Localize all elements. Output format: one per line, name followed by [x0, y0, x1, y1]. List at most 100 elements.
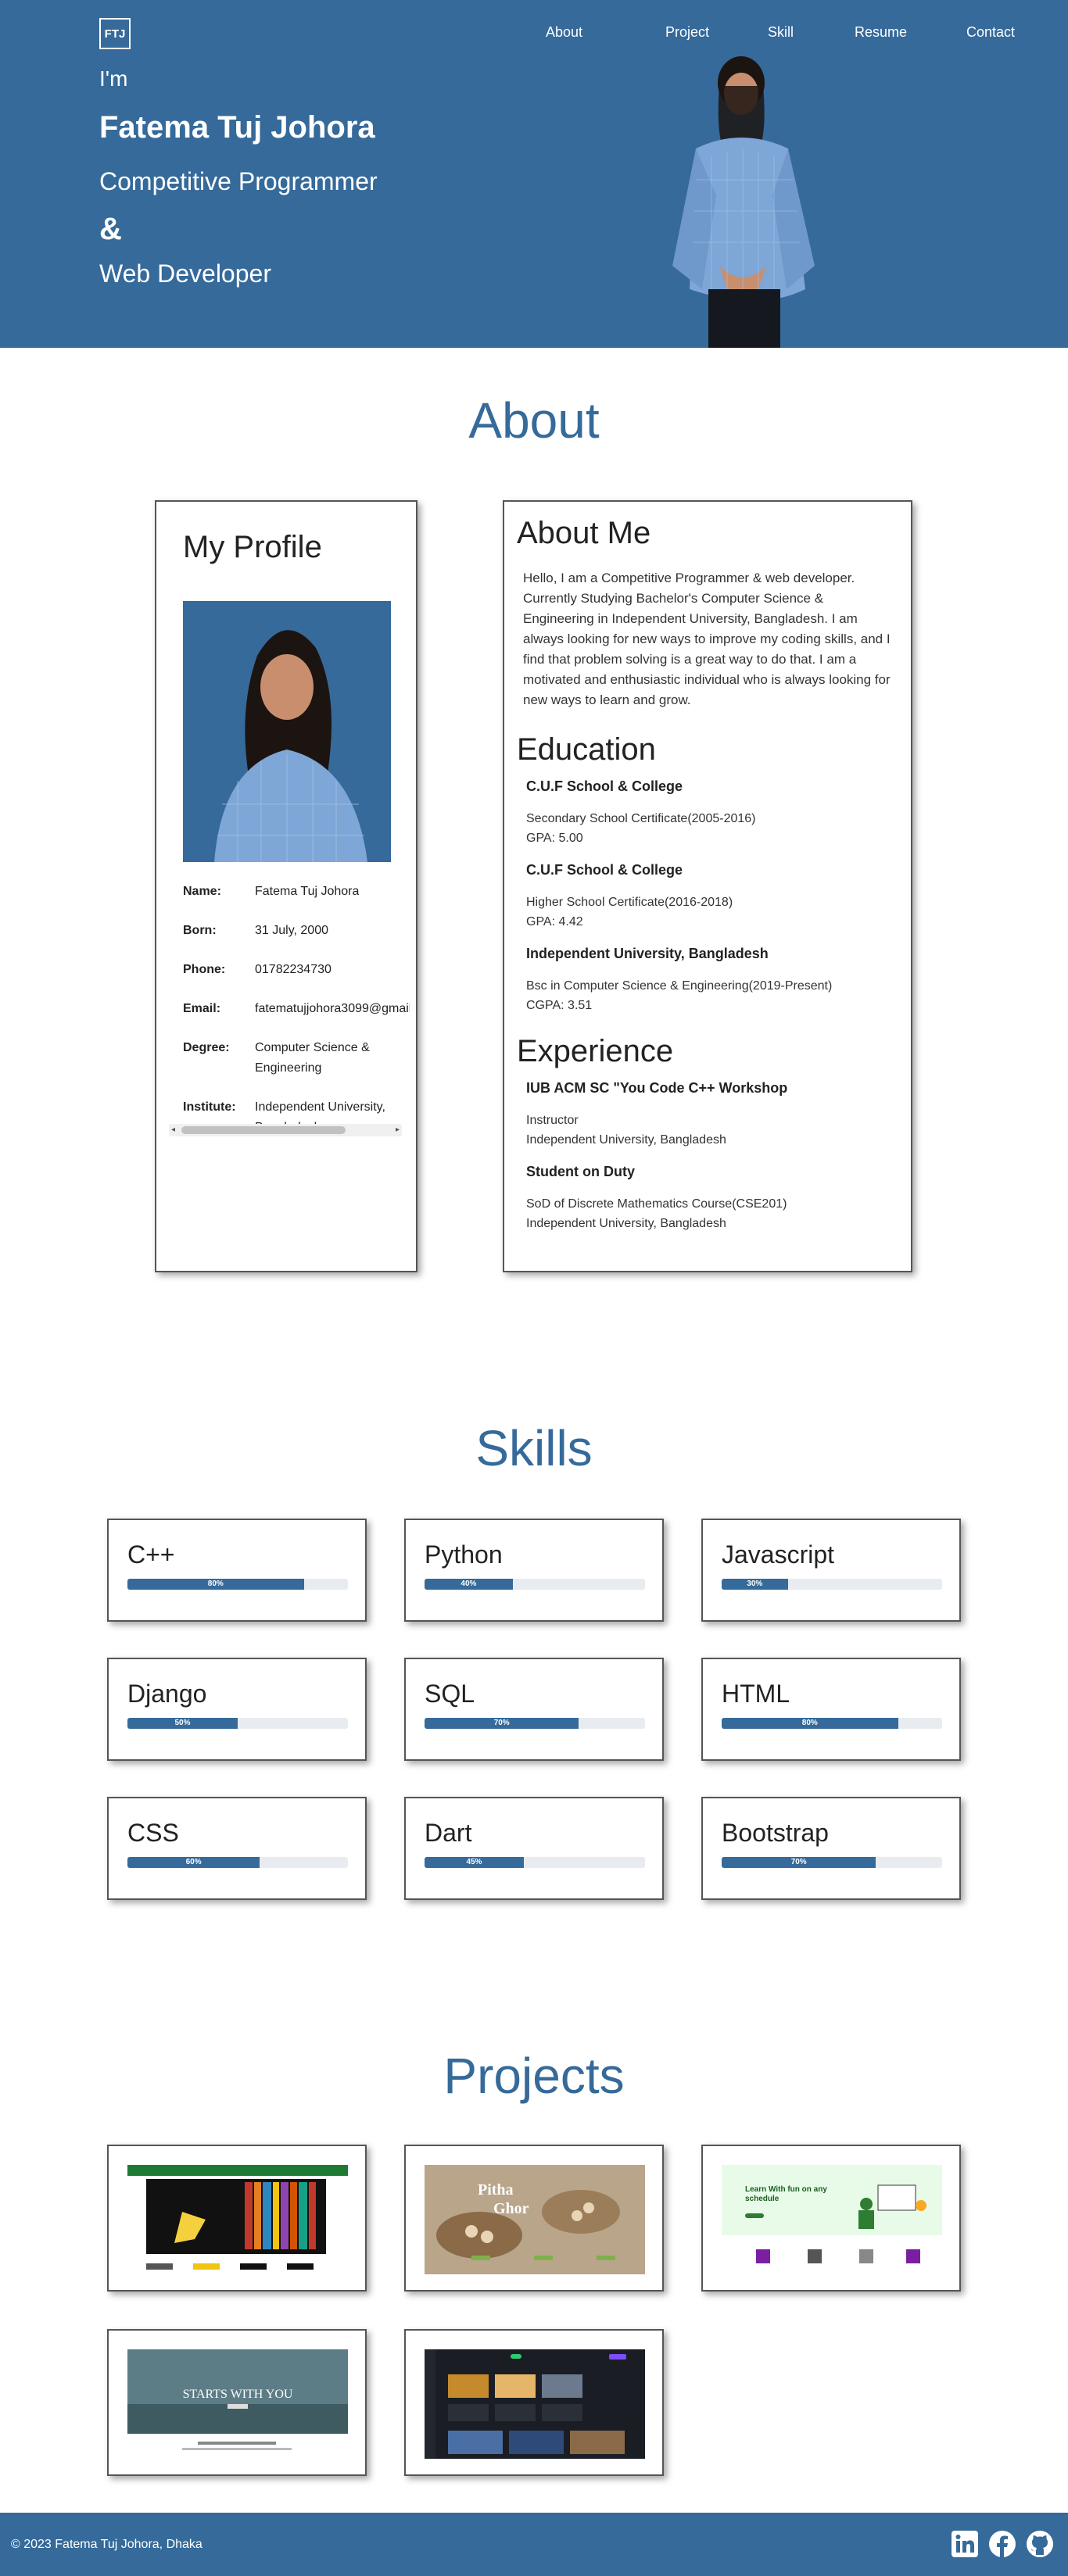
- profile-horizontal-scrollbar[interactable]: ◂ ▸: [169, 1124, 402, 1136]
- field-value: 01782234730: [255, 963, 332, 976]
- skill-card-c-: C++ 80%: [107, 1519, 367, 1622]
- skill-card-dart: Dart 45%: [404, 1797, 664, 1900]
- social-links: [951, 2530, 1054, 2558]
- education-grade: GPA: 4.42: [526, 915, 583, 928]
- skill-name: CSS: [127, 1819, 179, 1847]
- profile-info: Name: Fatema Tuj Johora Born: 31 July, 2…: [183, 882, 410, 1157]
- skill-progress-bar: 45%: [425, 1857, 645, 1868]
- profile-row-degree: Degree: Computer Science & Engineering: [183, 1038, 410, 1079]
- hero-role-1: Competitive Programmer: [99, 167, 378, 195]
- svg-text:schedule: schedule: [745, 2195, 779, 2203]
- nav-about[interactable]: About: [546, 24, 582, 41]
- experience-role: Instructor: [526, 1114, 579, 1127]
- skill-progress-bar: 70%: [722, 1857, 942, 1868]
- field-label: Degree:: [183, 1041, 230, 1054]
- project-card-starts-with-you[interactable]: STARTS WITH YOU: [107, 2329, 367, 2476]
- skill-card-css: CSS 60%: [107, 1797, 367, 1900]
- skill-progress-fill: 80%: [722, 1718, 898, 1729]
- experience-title: IUB ACM SC "You Code C++ Workshop: [526, 1080, 788, 1096]
- profile-row-name: Name: Fatema Tuj Johora: [183, 882, 410, 902]
- skill-name: Dart: [425, 1819, 472, 1847]
- svg-text:Ghor: Ghor: [493, 2200, 529, 2217]
- skill-progress-fill: 70%: [722, 1857, 876, 1868]
- experience-entry: IUB ACM SC "You Code C++ Workshop Instru…: [517, 1080, 898, 1150]
- education-entry: C.U.F School & College Secondary School …: [517, 778, 898, 848]
- experience-title: Student on Duty: [526, 1164, 635, 1179]
- skill-name: C++: [127, 1540, 175, 1569]
- profile-row-born: Born: 31 July, 2000: [183, 921, 410, 941]
- svg-text:Learn With fun on any: Learn With fun on any: [745, 2185, 827, 2194]
- project-thumbnail: Learn With fun on any schedule: [722, 2165, 942, 2274]
- page-footer: © 2023 Fatema Tuj Johora, Dhaka: [0, 2513, 1068, 2576]
- skill-progress-bar: 70%: [425, 1718, 645, 1729]
- linkedin-icon[interactable]: [951, 2530, 979, 2558]
- field-label: Name:: [183, 885, 221, 898]
- scroll-right-arrow-icon[interactable]: ▸: [396, 1124, 400, 1136]
- project-thumbnail: [127, 2165, 348, 2274]
- skill-progress-bar: 60%: [127, 1857, 348, 1868]
- profile-card: My Profile Name: Fatema Tuj Johora Born:…: [155, 500, 418, 1272]
- project-card-dashboard[interactable]: [404, 2329, 664, 2476]
- skill-name: Bootstrap: [722, 1819, 829, 1847]
- experience-role: SoD of Discrete Mathematics Course(CSE20…: [526, 1197, 787, 1211]
- education-entry: C.U.F School & College Higher School Cer…: [517, 862, 898, 932]
- about-title: About: [468, 392, 600, 449]
- field-value: 31 July, 2000: [255, 924, 328, 937]
- skill-card-sql: SQL 70%: [404, 1658, 664, 1761]
- hero-intro: I'm: [99, 66, 128, 91]
- skill-progress-fill: 45%: [425, 1857, 524, 1868]
- skill-card-python: Python 40%: [404, 1519, 664, 1622]
- hero-name: Fatema Tuj Johora: [99, 110, 375, 145]
- nav-project[interactable]: Project: [665, 24, 709, 41]
- hero-portrait-image: [672, 56, 815, 348]
- hero-role-2: Web Developer: [99, 259, 271, 288]
- skill-card-javascript: Javascript 30%: [701, 1519, 961, 1622]
- skill-progress-fill: 80%: [127, 1579, 304, 1590]
- field-label: Phone:: [183, 963, 226, 976]
- project-card-pitha-ghor[interactable]: Pitha Ghor: [404, 2145, 664, 2292]
- nav-skill[interactable]: Skill: [768, 24, 794, 41]
- skill-progress-bar: 80%: [722, 1718, 942, 1729]
- scroll-left-arrow-icon[interactable]: ◂: [171, 1124, 175, 1136]
- skill-progress-fill: 60%: [127, 1857, 260, 1868]
- project-thumb-title: Pitha: [478, 2181, 514, 2199]
- skill-card-bootstrap: Bootstrap 70%: [701, 1797, 961, 1900]
- skill-card-html: HTML 80%: [701, 1658, 961, 1761]
- skill-name: Django: [127, 1680, 207, 1708]
- experience-heading: Experience: [517, 1034, 674, 1068]
- skill-progress-fill: 30%: [722, 1579, 788, 1590]
- education-grade: CGPA: 3.51: [526, 999, 593, 1012]
- skill-progress-bar: 50%: [127, 1718, 348, 1729]
- projects-title: Projects: [443, 2048, 625, 2104]
- github-icon[interactable]: [1026, 2530, 1054, 2558]
- about-me-bio: Hello, I am a Competitive Programmer & w…: [523, 571, 891, 707]
- about-me-heading: About Me: [517, 516, 651, 550]
- hero-header: FTJ About Project Skill Resume Contact I…: [0, 0, 1068, 348]
- project-card-learning-platform[interactable]: Learn With fun on any schedule: [701, 2145, 961, 2292]
- field-value: Computer Science & Engineering: [255, 1041, 370, 1075]
- nav-resume[interactable]: Resume: [855, 24, 907, 41]
- experience-entry: Student on Duty SoD of Discrete Mathemat…: [517, 1164, 898, 1233]
- hero-text: I'm Fatema Tuj Johora Competitive Progra…: [99, 66, 378, 304]
- education-school: Independent University, Bangladesh: [526, 946, 769, 961]
- scrollbar-thumb[interactable]: [181, 1126, 346, 1134]
- experience-org: Independent University, Bangladesh: [526, 1133, 726, 1147]
- skills-title: Skills: [475, 1420, 593, 1476]
- profile-row-phone: Phone: 01782234730: [183, 960, 410, 980]
- experience-org: Independent University, Bangladesh: [526, 1217, 726, 1230]
- skill-name: SQL: [425, 1680, 475, 1708]
- project-card-bookstore[interactable]: [107, 2145, 367, 2292]
- education-school: C.U.F School & College: [526, 862, 683, 878]
- skill-name: Python: [425, 1540, 503, 1569]
- profile-photo: [183, 601, 391, 862]
- site-logo[interactable]: FTJ: [99, 18, 131, 49]
- nav-contact[interactable]: Contact: [966, 24, 1015, 41]
- skill-name: HTML: [722, 1680, 790, 1708]
- education-grade: GPA: 5.00: [526, 832, 583, 845]
- skill-progress-fill: 40%: [425, 1579, 513, 1590]
- profile-row-email: Email: fatematujjohora3099@gmail.com: [183, 999, 410, 1019]
- facebook-icon[interactable]: [988, 2530, 1016, 2558]
- project-thumbnail: STARTS WITH YOU: [127, 2349, 348, 2459]
- education-detail: Higher School Certificate(2016-2018): [526, 896, 733, 909]
- skill-progress-bar: 80%: [127, 1579, 348, 1590]
